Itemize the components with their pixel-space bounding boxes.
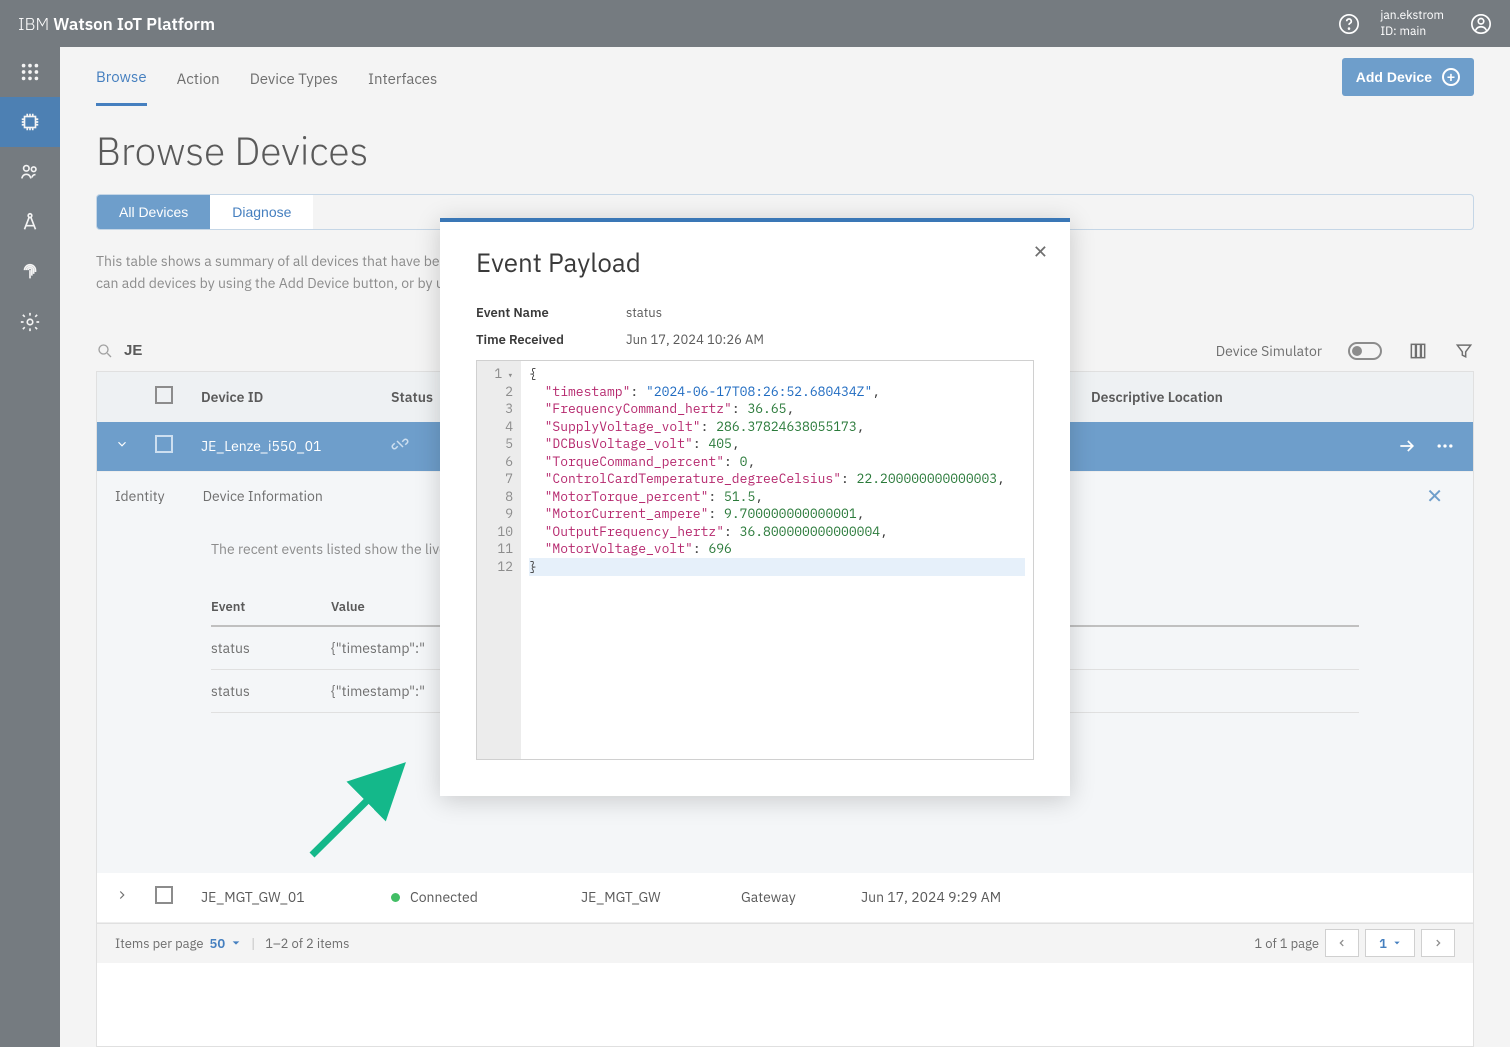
- device-simulator-toggle[interactable]: [1348, 342, 1382, 360]
- chevron-down-icon[interactable]: [231, 938, 241, 948]
- col-location[interactable]: Descriptive Location: [1091, 388, 1455, 406]
- event-name-value: status: [626, 304, 662, 321]
- add-device-button[interactable]: Add Device +: [1342, 58, 1474, 96]
- left-rail: [0, 47, 60, 1047]
- device-simulator-label: Device Simulator: [1216, 342, 1322, 360]
- filter-icon[interactable]: [1454, 341, 1474, 361]
- rail-compass-icon[interactable]: [0, 197, 60, 247]
- json-code-viewer[interactable]: 1 ▾23456789101112 { "timestamp": "2024-0…: [476, 360, 1034, 760]
- chevron-right-icon[interactable]: [115, 888, 129, 902]
- detail-tab-info[interactable]: Device Information: [203, 487, 323, 505]
- page-select[interactable]: 1: [1365, 929, 1415, 957]
- seg-diagnose[interactable]: Diagnose: [210, 195, 313, 229]
- chevron-down-icon[interactable]: [115, 437, 129, 451]
- page-title: Browse Devices: [96, 125, 1474, 176]
- top-bar: IBM Watson IoT Platform jan.ekstrom ID: …: [0, 0, 1510, 47]
- event-name-label: Event Name: [476, 304, 626, 321]
- pagination: Items per page 50 | 1–2 of 2 items 1 of …: [97, 923, 1473, 963]
- tab-browse[interactable]: Browse: [96, 48, 147, 106]
- detail-tab-identity[interactable]: Identity: [115, 487, 165, 505]
- ipp-select[interactable]: 50: [210, 935, 226, 952]
- add-device-label: Add Device: [1356, 69, 1432, 85]
- columns-icon[interactable]: [1408, 341, 1428, 361]
- search-input[interactable]: [124, 342, 324, 359]
- user-id: ID: main: [1380, 24, 1444, 40]
- user-icon: [1470, 13, 1492, 35]
- cell-device-id: JE_Lenze_i550_01: [201, 437, 391, 455]
- more-icon[interactable]: [1435, 436, 1455, 456]
- next-page-button[interactable]: [1421, 929, 1455, 957]
- rail-apps-icon[interactable]: [0, 47, 60, 97]
- event-payload-modal: ✕ Event Payload Event Namestatus Time Re…: [440, 218, 1070, 796]
- tab-device-types[interactable]: Device Types: [250, 50, 338, 105]
- user-name: jan.ekstrom: [1380, 8, 1444, 24]
- unlink-icon: [391, 435, 409, 453]
- ipp-label: Items per page: [115, 935, 204, 952]
- seg-all-devices[interactable]: All Devices: [97, 195, 210, 229]
- brand: IBM Watson IoT Platform: [18, 13, 215, 35]
- pages-label: 1 of 1 page: [1254, 935, 1319, 952]
- status-dot-icon: [391, 893, 400, 902]
- tab-action[interactable]: Action: [177, 50, 220, 105]
- prev-page-button[interactable]: [1325, 929, 1359, 957]
- tab-bar: Browse Action Device Types Interfaces Ad…: [60, 47, 1510, 107]
- time-received-label: Time Received: [476, 331, 626, 348]
- table-row[interactable]: JE_MGT_GW_01 Connected JE_MGT_GW Gateway…: [97, 873, 1473, 923]
- select-all-checkbox[interactable]: [155, 386, 173, 404]
- arrow-right-icon[interactable]: [1397, 436, 1417, 456]
- cell-device-id: JE_MGT_GW_01: [201, 888, 391, 906]
- row-checkbox[interactable]: [155, 435, 173, 453]
- modal-title: Event Payload: [476, 246, 1034, 280]
- range-label: 1–2 of 2 items: [265, 935, 349, 952]
- rail-devices-icon[interactable]: [0, 97, 60, 147]
- search-icon: [96, 342, 114, 360]
- rail-fingerprint-icon[interactable]: [0, 247, 60, 297]
- help-icon[interactable]: [1338, 13, 1360, 35]
- close-detail-icon[interactable]: ✕: [1426, 482, 1443, 509]
- close-modal-icon[interactable]: ✕: [1033, 240, 1048, 263]
- rail-members-icon[interactable]: [0, 147, 60, 197]
- row-checkbox[interactable]: [155, 886, 173, 904]
- plus-icon: +: [1442, 68, 1460, 86]
- tab-interfaces[interactable]: Interfaces: [368, 50, 437, 105]
- user-block[interactable]: jan.ekstrom ID: main: [1380, 8, 1492, 39]
- col-device-id[interactable]: Device ID: [201, 388, 391, 406]
- time-received-value: Jun 17, 2024 10:26 AM: [626, 331, 764, 348]
- subcol-event: Event: [211, 598, 331, 615]
- rail-settings-icon[interactable]: [0, 297, 60, 347]
